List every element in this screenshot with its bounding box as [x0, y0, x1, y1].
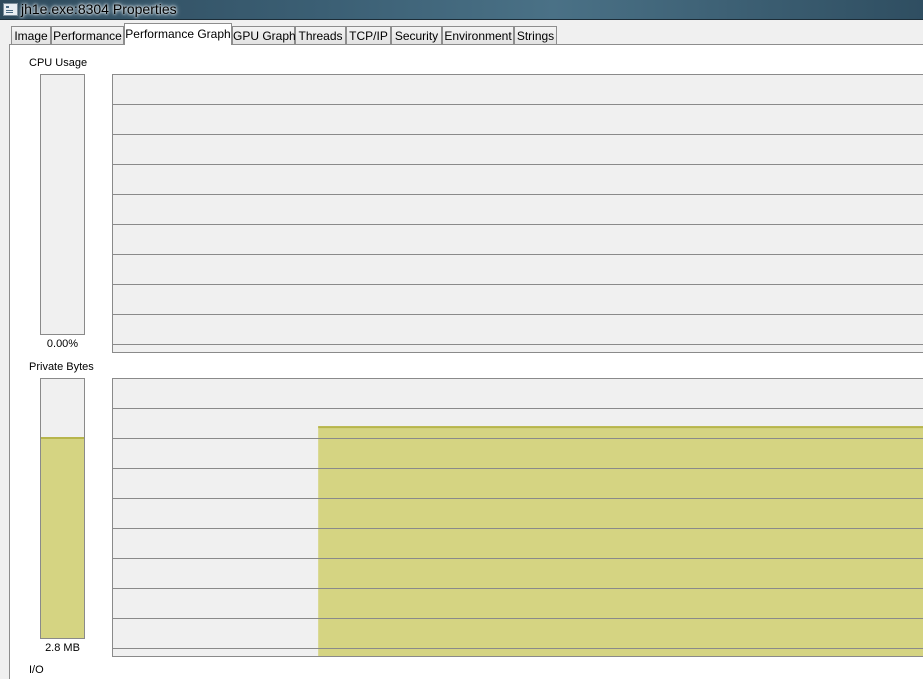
- window-app-icon[interactable]: [3, 3, 18, 16]
- cpu-usage-graph-canvas: [113, 104, 923, 345]
- tab-threads[interactable]: Threads: [295, 26, 346, 44]
- private-bytes-meter-fill: [41, 436, 84, 638]
- cpu-usage-label: CPU Usage: [29, 57, 88, 69]
- private-bytes-history-area: [318, 426, 923, 656]
- cpu-usage-value: 0.00%: [46, 338, 79, 350]
- private-bytes-value: 2.8 MB: [45, 642, 80, 654]
- private-bytes-graph: [112, 378, 923, 657]
- window-title: jh1e.exe:8304 Properties: [21, 1, 177, 17]
- io-label: I/O: [29, 664, 44, 676]
- tab-tcp-ip[interactable]: TCP/IP: [346, 26, 391, 44]
- tab-environment[interactable]: Environment: [442, 26, 514, 44]
- private-bytes-label: Private Bytes: [29, 361, 94, 373]
- tab-bar: Image Performance Performance Graph GPU …: [0, 19, 923, 45]
- private-bytes-graph-canvas: [113, 408, 923, 656]
- title-bar[interactable]: jh1e.exe:8304 Properties: [0, 0, 923, 20]
- tab-performance[interactable]: Performance: [51, 26, 124, 44]
- tab-strings[interactable]: Strings: [514, 26, 557, 44]
- tab-performance-graph[interactable]: Performance Graph: [124, 23, 232, 45]
- cpu-usage-meter: [40, 74, 85, 335]
- private-bytes-meter: [40, 378, 85, 639]
- tab-image[interactable]: Image: [11, 26, 51, 44]
- tab-security[interactable]: Security: [391, 26, 442, 44]
- tab-gpu-graph[interactable]: GPU Graph: [232, 26, 296, 44]
- cpu-usage-graph: [112, 74, 923, 353]
